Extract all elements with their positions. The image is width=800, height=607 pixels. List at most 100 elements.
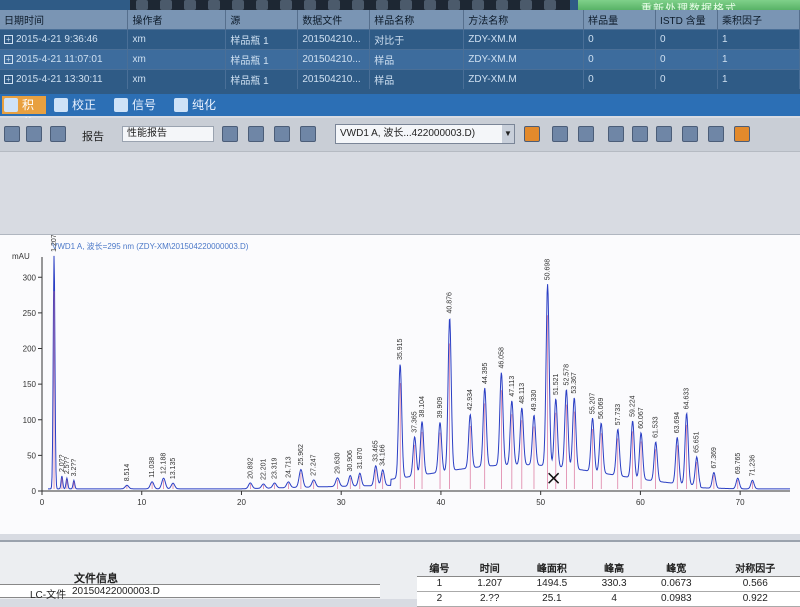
tab-label: 信号 <box>132 98 156 112</box>
sample-column-header[interactable]: 操作者 <box>128 10 226 30</box>
manual-integrate-icon[interactable] <box>26 126 42 142</box>
chromatogram-panel: VWD1 A, 波长=295 nm (ZDY-XM\20150422000000… <box>0 234 800 534</box>
expand-icon[interactable]: + <box>4 35 13 44</box>
y-tick-label: 0 <box>32 487 37 496</box>
toolbar-icon[interactable] <box>160 0 172 10</box>
toolbar-icon[interactable] <box>544 0 556 10</box>
sample-column-header[interactable]: 样品名称 <box>370 10 464 30</box>
integrate-icon[interactable] <box>4 126 20 142</box>
expand-icon[interactable]: + <box>4 75 13 84</box>
peak-label: 64.633 <box>684 388 691 410</box>
tab-integration[interactable]: 积分 <box>2 96 46 114</box>
peak-label: 44.395 <box>482 362 489 384</box>
sample-column-header[interactable]: 乘积因子 <box>718 10 800 30</box>
signal-icon <box>114 98 128 112</box>
sample-column-header[interactable]: 样品量 <box>584 10 656 30</box>
toolbar-icon[interactable] <box>304 0 316 10</box>
delete-peak-icon[interactable] <box>734 126 750 142</box>
toolbar-icon[interactable] <box>472 0 484 10</box>
peak-label: 2.5?? <box>64 457 71 475</box>
toolbar-icon[interactable] <box>208 0 220 10</box>
zoom-in-icon[interactable] <box>552 126 568 142</box>
peak-label: 47.113 <box>509 376 516 397</box>
peak-label: 23.319 <box>272 457 279 479</box>
sample-column-header[interactable]: 日期时间 <box>0 10 128 30</box>
toolbar-icon[interactable] <box>280 0 292 10</box>
sample-datetime: 2015-4-21 13:30:11 <box>16 74 103 85</box>
peak-label: 71.236 <box>749 455 756 477</box>
chromatogram-chart[interactable]: mAU0501001502002503000102030405060701.20… <box>0 235 800 535</box>
zoom-out-icon[interactable] <box>578 126 594 142</box>
tab-label: 纯化 <box>192 98 216 112</box>
peak-label: 12.188 <box>161 453 168 475</box>
toolbar-icon[interactable] <box>400 0 412 10</box>
toolbar-icon[interactable] <box>184 0 196 10</box>
peak-column-header[interactable]: 峰高 <box>586 560 642 576</box>
tab-label: 校正 <box>72 98 96 112</box>
y-tick-label: 300 <box>23 273 37 282</box>
tab-signal[interactable]: 信号 <box>112 96 164 114</box>
peak-column-header[interactable]: 峰宽 <box>642 560 710 576</box>
peak-row[interactable]: 11.2071494.5330.30.06730.566 <box>417 576 800 591</box>
sample-cell: 样品 <box>370 50 464 70</box>
peak-column-header[interactable]: 峰面积 <box>518 560 586 576</box>
peak-cell: 0.0673 <box>642 576 710 591</box>
sample-column-header[interactable]: 方法名称 <box>464 10 584 30</box>
toolbar-icon[interactable] <box>496 0 508 10</box>
toolbar-icon[interactable] <box>376 0 388 10</box>
manual-peak-icon[interactable] <box>708 126 724 142</box>
signal-options-icon[interactable] <box>524 126 540 142</box>
sample-cell: 0 <box>656 50 718 70</box>
toolbar-icon[interactable] <box>520 0 532 10</box>
toolbar-icon[interactable] <box>424 0 436 10</box>
peak-end-icon[interactable] <box>682 126 698 142</box>
peak-label: 8.514 <box>124 464 131 482</box>
sample-cell: 201504210... <box>298 30 370 50</box>
edit-events-icon[interactable] <box>50 126 66 142</box>
calibration-icon <box>54 98 68 112</box>
signal-select[interactable]: VWD1 A, 波长...422000003.D) ▼ <box>335 124 515 144</box>
toolbar-icon[interactable] <box>256 0 268 10</box>
sample-column-header[interactable]: ISTD 含量 <box>656 10 718 30</box>
peak-label: 48.113 <box>519 383 526 404</box>
peak-label: 49.330 <box>531 390 538 412</box>
pointer-icon[interactable] <box>608 126 624 142</box>
peak-start-icon[interactable] <box>632 126 648 142</box>
tab-calibration[interactable]: 校正 <box>52 96 104 114</box>
sample-column-header[interactable]: 源 <box>226 10 298 30</box>
peak-column-header[interactable]: 对称因子 <box>711 560 800 576</box>
peak-label: 42.934 <box>467 389 474 411</box>
peak-label: 31.870 <box>357 448 364 470</box>
report-style-select[interactable]: 性能报告 <box>122 126 214 142</box>
tab-purify[interactable]: 纯化 <box>172 96 224 114</box>
peak-label: 3.2?? <box>71 459 78 477</box>
toolbar-icon[interactable] <box>448 0 460 10</box>
sample-column-header[interactable]: 数据文件 <box>298 10 370 30</box>
peak-label: 25.962 <box>298 444 305 466</box>
print-icon[interactable] <box>274 126 290 142</box>
y-tick-label: 200 <box>23 345 37 354</box>
peak-label: 46.058 <box>498 347 505 369</box>
report-search-icon[interactable] <box>248 126 264 142</box>
cursor-x-icon <box>549 473 559 483</box>
toolbar-icon[interactable] <box>136 0 148 10</box>
sample-cell: +2015-4-21 9:36:46 <box>0 30 128 50</box>
chevron-down-icon[interactable]: ▼ <box>502 125 514 143</box>
report-preview-icon[interactable] <box>222 126 238 142</box>
toolbar-icon[interactable] <box>232 0 244 10</box>
peak-label: 40.876 <box>447 292 454 314</box>
sample-cell: xm <box>128 50 226 70</box>
peak-label: 27.247 <box>311 454 318 476</box>
export-icon[interactable] <box>300 126 316 142</box>
toolbar-icon[interactable] <box>328 0 340 10</box>
peak-column-header[interactable]: 时间 <box>462 560 518 576</box>
peak-column-header[interactable]: 编号 <box>417 560 462 576</box>
toolbar-icon[interactable] <box>352 0 364 10</box>
expand-icon[interactable]: + <box>4 55 13 64</box>
peak-valley-icon[interactable] <box>656 126 672 142</box>
y-tick-label: 150 <box>23 380 37 389</box>
sample-cell: 201504210... <box>298 70 370 90</box>
sample-row[interactable]: +2015-4-21 11:07:01xm样品瓶 1201504210...样品… <box>0 50 800 70</box>
sample-row[interactable]: +2015-4-21 9:36:46xm样品瓶 1201504210...对比于… <box>0 30 800 50</box>
sample-row[interactable]: +2015-4-21 13:30:11xm样品瓶 1201504210...样品… <box>0 70 800 90</box>
